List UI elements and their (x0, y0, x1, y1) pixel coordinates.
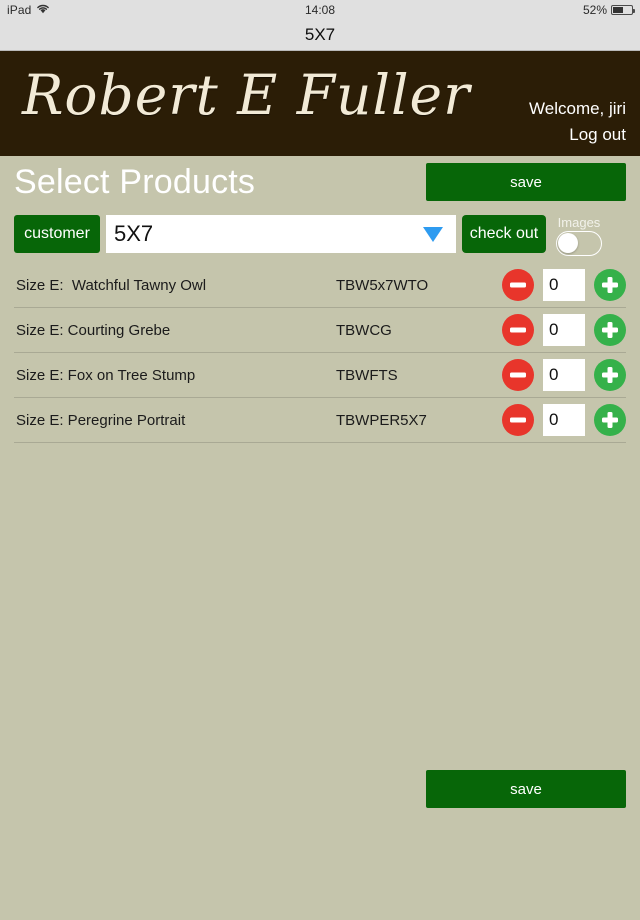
product-sku: TBWFTS (336, 366, 398, 384)
product-sku: TBWCG (336, 321, 392, 339)
size-select-value: 5X7 (114, 221, 154, 246)
logout-link[interactable]: Log out (529, 122, 626, 148)
controls-row: customer 5X7 check out Images (14, 213, 626, 256)
plus-circle-icon[interactable] (594, 269, 626, 301)
images-toggle-knob (558, 233, 578, 253)
quantity-input[interactable] (543, 314, 585, 346)
quantity-input[interactable] (543, 269, 585, 301)
save-button-bottom[interactable]: save (426, 770, 626, 808)
minus-circle-icon[interactable] (502, 359, 534, 391)
minus-circle-icon[interactable] (502, 404, 534, 436)
save-button-top[interactable]: save (426, 163, 626, 201)
images-toggle-label: Images (557, 215, 601, 230)
images-toggle[interactable] (556, 231, 602, 256)
welcome-label: Welcome, jiri (529, 99, 626, 118)
battery-percent-label: 52% (582, 3, 607, 17)
nav-bar-title: 5X7 (304, 25, 336, 44)
quantity-stepper (502, 404, 626, 436)
product-sku: TBWPER5X7 (336, 411, 427, 429)
product-name: Size E: Fox on Tree Stump (16, 366, 196, 384)
user-account-block: Welcome, jiri Log out (529, 96, 626, 148)
status-bar-clock: 14:08 (304, 3, 336, 17)
checkout-button[interactable]: check out (462, 215, 546, 253)
brand-header: Robert E Fuller Welcome, jiri Log out (0, 51, 640, 156)
plus-circle-icon[interactable] (594, 359, 626, 391)
quantity-input[interactable] (543, 404, 585, 436)
product-name: Size E: Peregrine Portrait (16, 411, 186, 429)
size-select[interactable]: 5X7 (106, 215, 456, 253)
table-row: Size E: Watchful Tawny Owl TBW5x7WTO (14, 263, 626, 308)
minus-circle-icon[interactable] (502, 269, 534, 301)
customer-button[interactable]: customer (14, 215, 100, 253)
quantity-input[interactable] (543, 359, 585, 391)
quantity-stepper (502, 359, 626, 391)
bottom-save-row: save (0, 770, 626, 808)
product-sku: TBW5x7WTO (336, 276, 429, 294)
images-toggle-group: Images (556, 216, 602, 256)
page-title: Select Products (14, 163, 256, 201)
status-bar-right: 52% (582, 3, 635, 17)
table-row: Size E: Fox on Tree Stump TBWFTS (14, 353, 626, 398)
product-list: Size E: Watchful Tawny Owl TBW5x7WTO Siz… (14, 263, 626, 443)
product-name: Size E: Watchful Tawny Owl (16, 276, 207, 294)
ios-status-bar: iPad 14:08 52% (0, 0, 640, 20)
battery-icon (611, 5, 635, 15)
quantity-stepper (502, 314, 626, 346)
nav-bar: 5X7 (0, 20, 640, 51)
product-name: Size E: Courting Grebe (16, 321, 171, 339)
table-row: Size E: Peregrine Portrait TBWPER5X7 (14, 398, 626, 443)
brand-logo: Robert E Fuller (22, 63, 471, 127)
plus-circle-icon[interactable] (594, 314, 626, 346)
plus-circle-icon[interactable] (594, 404, 626, 436)
table-row: Size E: Courting Grebe TBWCG (14, 308, 626, 353)
quantity-stepper (502, 269, 626, 301)
minus-circle-icon[interactable] (502, 314, 534, 346)
chevron-down-icon[interactable] (420, 224, 446, 244)
page-title-row: Select Products save (0, 156, 640, 208)
